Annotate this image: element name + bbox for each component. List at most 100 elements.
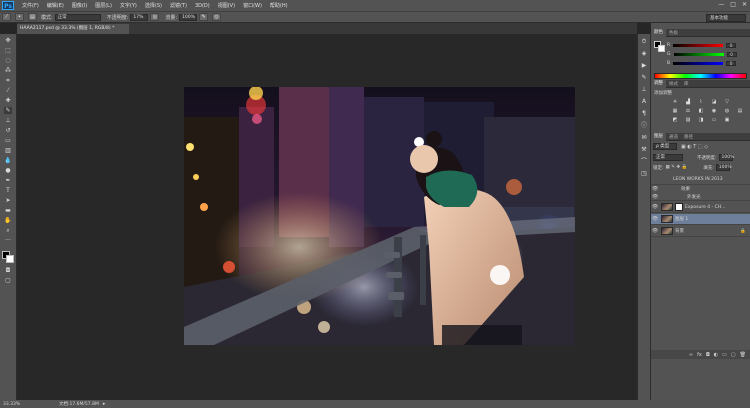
canvas-area[interactable]: [17, 34, 637, 400]
workspace-select[interactable]: 基本功能: [706, 14, 746, 22]
layer-row-background[interactable]: 👁 背景 🔒: [651, 226, 750, 237]
document-image[interactable]: [184, 87, 575, 345]
type-tool-icon[interactable]: T: [4, 187, 12, 194]
exposure-icon[interactable]: ◪: [710, 99, 718, 106]
menu-edit[interactable]: 编辑(E): [43, 2, 68, 9]
channel-mixer-icon[interactable]: ◍: [723, 108, 731, 115]
color-swatch-pair[interactable]: [654, 41, 665, 52]
layer-kind-select[interactable]: ρ 类型: [653, 143, 677, 150]
blue-value[interactable]: 0: [726, 60, 737, 66]
new-group-icon[interactable]: ▭: [722, 352, 727, 358]
lock-icons[interactable]: ▦ ✎ ✥ 🔒: [666, 165, 688, 170]
tool-presets-icon[interactable]: ⚒: [640, 146, 649, 154]
document-tab[interactable]: HAAA2117.psd @ 33.3% (图层 1, RGB/8) *: [17, 24, 129, 34]
menu-window[interactable]: 窗口(W): [239, 2, 266, 9]
background-color-swatch[interactable]: [6, 255, 14, 263]
visibility-icon[interactable]: 👁: [651, 228, 659, 234]
layer-row-outer-glow[interactable]: 👁 外发光: [651, 193, 750, 201]
minimize-icon[interactable]: —: [718, 1, 724, 8]
zoom-level[interactable]: 33.33%: [3, 402, 25, 407]
history-brush-tool-icon[interactable]: ↺: [4, 127, 12, 134]
layer-row-adjustment[interactable]: 👁 Exposure 4 - CH...: [651, 202, 750, 213]
maximize-icon[interactable]: □: [730, 1, 736, 8]
tab-paths[interactable]: 路径: [681, 134, 696, 140]
brightness-icon[interactable]: ☀: [671, 99, 679, 106]
paths-panel-icon[interactable]: ⌒: [640, 158, 649, 166]
info-panel-icon[interactable]: ⓘ: [640, 122, 649, 130]
tab-swatches[interactable]: 色板: [666, 30, 681, 36]
menu-layer[interactable]: 图层(L): [91, 2, 116, 9]
menu-file[interactable]: 文件(F): [18, 2, 43, 9]
posterize-icon[interactable]: ▨: [684, 117, 692, 124]
menu-view[interactable]: 视图(V): [214, 2, 239, 9]
blue-track[interactable]: [673, 61, 724, 65]
visibility-icon[interactable]: 👁: [651, 204, 659, 210]
shape-tool-icon[interactable]: ▬: [4, 207, 12, 214]
layer-name[interactable]: LEON WORKS IN 2013: [673, 177, 723, 182]
photo-filter-icon[interactable]: ◉: [710, 108, 718, 115]
menu-filter[interactable]: 滤镜(T): [166, 2, 191, 9]
layer-style-icon[interactable]: fx: [697, 352, 702, 358]
green-track[interactable]: [673, 52, 724, 56]
layer-filter-icons[interactable]: ▣ ◐ T ⬚ ◇: [681, 144, 708, 150]
threshold-icon[interactable]: ◨: [697, 117, 705, 124]
hand-tool-icon[interactable]: ✋: [4, 217, 12, 224]
tab-channels[interactable]: 通道: [666, 134, 681, 140]
layer-row-text[interactable]: LEON WORKS IN 2013: [651, 174, 750, 185]
path-select-tool-icon[interactable]: ➤: [4, 197, 12, 204]
menu-image[interactable]: 图像(I): [68, 2, 91, 9]
add-mask-icon[interactable]: ◘: [706, 352, 710, 358]
brush-panel-icon[interactable]: ▤: [28, 13, 37, 21]
menu-3d[interactable]: 3D(D): [191, 3, 214, 9]
blend-mode-select[interactable]: 正常: [653, 154, 683, 161]
tab-styles[interactable]: 样式: [666, 81, 681, 87]
new-adjustment-icon[interactable]: ◐: [714, 352, 718, 358]
tab-layers[interactable]: 图层: [651, 132, 666, 141]
more-tools-icon[interactable]: ···: [4, 237, 12, 244]
layer-row-effects[interactable]: 👁 效果: [651, 185, 750, 193]
menu-help[interactable]: 帮助(H): [266, 2, 292, 9]
color-balance-icon[interactable]: ⚖: [684, 108, 692, 115]
dodge-tool-icon[interactable]: ●: [4, 167, 12, 174]
blur-tool-icon[interactable]: 💧: [4, 157, 12, 164]
clone-source-icon[interactable]: ⊥: [640, 86, 649, 94]
lasso-tool-icon[interactable]: ◌: [4, 57, 12, 64]
mode-select[interactable]: 正常: [54, 13, 101, 21]
layer-opacity-field[interactable]: 100%: [718, 154, 734, 161]
tab-color[interactable]: 颜色: [651, 28, 666, 37]
healing-brush-tool-icon[interactable]: ✚: [4, 97, 12, 104]
quick-mask-icon[interactable]: ◘: [4, 267, 12, 274]
layer-comps-icon[interactable]: ◳: [640, 170, 649, 178]
gradient-map-icon[interactable]: ▭: [710, 117, 718, 124]
effects-label[interactable]: 效果: [681, 186, 690, 192]
tab-libraries[interactable]: 库: [681, 81, 692, 87]
clone-stamp-tool-icon[interactable]: ⊥: [4, 117, 12, 124]
menu-type[interactable]: 文字(Y): [116, 2, 141, 9]
flow-field[interactable]: 100%: [179, 13, 198, 21]
pressure-opacity-icon[interactable]: ◎: [150, 13, 160, 21]
visibility-icon[interactable]: 👁: [651, 216, 659, 222]
zoom-tool-icon[interactable]: ⌕: [4, 227, 12, 234]
color-swatches[interactable]: [1, 250, 15, 264]
paragraph-panel-icon[interactable]: ¶: [640, 110, 649, 118]
black-white-icon[interactable]: ◧: [697, 108, 705, 115]
vibrance-icon[interactable]: ▽: [723, 99, 731, 106]
marquee-tool-icon[interactable]: ⬚: [4, 47, 12, 54]
history-panel-icon[interactable]: ⏱: [640, 38, 649, 46]
pressure-size-icon[interactable]: ◎: [212, 13, 222, 21]
menu-select[interactable]: 选择(S): [141, 2, 166, 9]
brush-panel-icon[interactable]: ✎: [640, 74, 649, 82]
invert-icon[interactable]: ◩: [671, 117, 679, 124]
crop-tool-icon[interactable]: ⌗: [4, 77, 12, 84]
tab-adjustments[interactable]: 调整: [651, 79, 666, 88]
hue-saturation-icon[interactable]: ▦: [671, 108, 679, 115]
layer-name[interactable]: 图层 1: [675, 216, 688, 222]
screen-mode-icon[interactable]: ▢: [4, 277, 12, 284]
red-slider[interactable]: R 0: [667, 42, 745, 48]
color-lookup-icon[interactable]: ▤: [736, 108, 744, 115]
green-value[interactable]: 0: [726, 51, 737, 57]
move-tool-icon[interactable]: ✥: [4, 37, 12, 44]
layer-name[interactable]: 背景: [675, 228, 684, 234]
layer-name[interactable]: Exposure 4 - CH...: [685, 205, 725, 210]
selective-color-icon[interactable]: ▣: [723, 117, 731, 124]
